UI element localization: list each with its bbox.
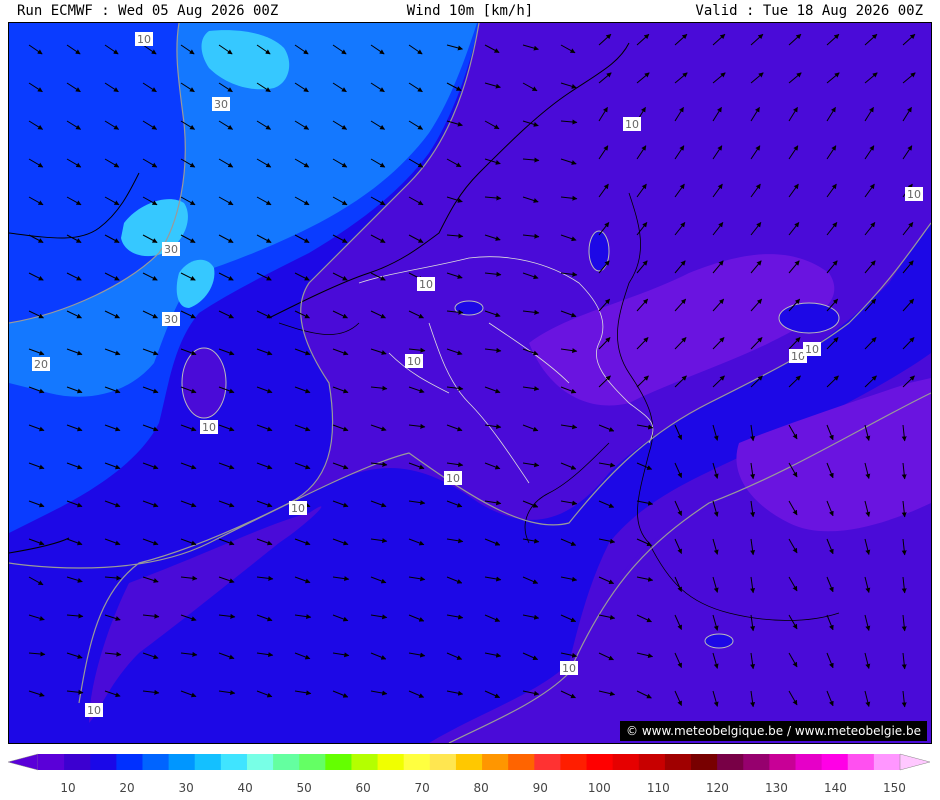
- legend-swatch: [325, 754, 352, 770]
- legend-tick-label: 30: [178, 781, 193, 795]
- credit-label: © www.meteobelgique.be / www.meteobelgie…: [620, 721, 927, 741]
- legend-tick-label: 80: [474, 781, 489, 795]
- contour-label: 30: [164, 313, 178, 326]
- legend-tick-label: 110: [647, 781, 670, 795]
- legend-swatch: [482, 754, 509, 770]
- legend-swatch: [612, 754, 640, 770]
- contour-label: 10: [137, 33, 151, 46]
- legend-tick-label: 20: [119, 781, 134, 795]
- legend-max-arrow: [899, 753, 931, 771]
- legend-swatch: [586, 754, 614, 770]
- legend-swatch: [638, 754, 666, 770]
- legend-swatch: [821, 754, 849, 770]
- legend-swatch: [299, 754, 326, 770]
- legend-swatch: [717, 754, 744, 770]
- legend-min-arrow: [8, 753, 39, 771]
- legend-swatch: [351, 754, 379, 770]
- legend-tick-label: 150: [883, 781, 906, 795]
- contour-label: 10: [562, 662, 576, 675]
- color-legend: 10 20 30 40 50 60 70 80 90 100 110 120 130 140 150: [8, 753, 931, 795]
- legend-tick-label: 140: [824, 781, 847, 795]
- legend-swatch: [142, 754, 170, 770]
- closed-contour-1: [454, 300, 484, 316]
- legend-swatch: [534, 754, 561, 770]
- legend-swatch: [403, 754, 431, 770]
- legend-swatch: [560, 754, 588, 770]
- legend-tick-label: 120: [706, 781, 729, 795]
- legend-swatch: [769, 754, 797, 770]
- wind-map: 2030303020101010101010101010101010 © www…: [8, 22, 932, 744]
- contour-label: 10: [291, 502, 305, 515]
- legend-tick-label: 60: [356, 781, 371, 795]
- closed-contour-4: [181, 347, 227, 419]
- legend-swatch: [873, 754, 901, 770]
- legend-tick-label: 90: [533, 781, 548, 795]
- legend-swatch: [377, 754, 405, 770]
- contour-label: 10: [625, 118, 639, 131]
- legend-swatch: [116, 754, 143, 770]
- contour-label: 10: [87, 704, 101, 717]
- legend-swatch: [664, 754, 692, 770]
- legend-tick-label: 100: [588, 781, 611, 795]
- contour-label: 10: [407, 355, 421, 368]
- legend-swatch: [429, 754, 457, 770]
- map-header: Run ECMWF : Wed 05 Aug 2026 00Z Wind 10m…: [0, 0, 940, 22]
- contour-label: 30: [164, 243, 178, 256]
- contour-label: 10: [805, 343, 819, 356]
- legend-tick-label: 50: [296, 781, 311, 795]
- legend-tick-label: 10: [60, 781, 75, 795]
- legend-swatch: [455, 754, 483, 770]
- contour-label: 10: [791, 350, 805, 363]
- legend-swatch: [246, 754, 274, 770]
- contour-label: 10: [202, 421, 216, 434]
- legend-tick-label: 70: [415, 781, 430, 795]
- legend-swatch: [795, 754, 823, 770]
- wind-field-svg: 2030303020101010101010101010101010: [9, 23, 931, 743]
- legend-swatch: [691, 754, 718, 770]
- legend-swatch: [508, 754, 535, 770]
- legend-ticks: 10 20 30 40 50 60 70 80 90 100 110 120 130 140 150: [60, 781, 905, 795]
- legend-tick-label: 130: [765, 781, 788, 795]
- contour-label: 10: [446, 472, 460, 485]
- valid-time-label: Valid : Tue 18 Aug 2026 00Z: [695, 3, 923, 19]
- legend-swatch: [90, 754, 117, 770]
- legend-swatch: [273, 754, 300, 770]
- contour-label: 30: [214, 98, 228, 111]
- legend-swatch: [847, 754, 875, 770]
- legend-swatch: [168, 754, 196, 770]
- contour-label: 10: [419, 278, 433, 291]
- legend-swatch: [743, 754, 770, 770]
- contour-label: 20: [34, 358, 48, 371]
- closed-contour-3: [704, 633, 734, 649]
- legend-swatches: [8, 753, 931, 771]
- legend-swatch: [220, 754, 248, 770]
- legend-tick-label: 40: [237, 781, 252, 795]
- legend-swatch: [38, 754, 65, 770]
- legend-swatch: [64, 754, 91, 770]
- legend-swatch: [194, 754, 222, 770]
- contour-label: 10: [907, 188, 921, 201]
